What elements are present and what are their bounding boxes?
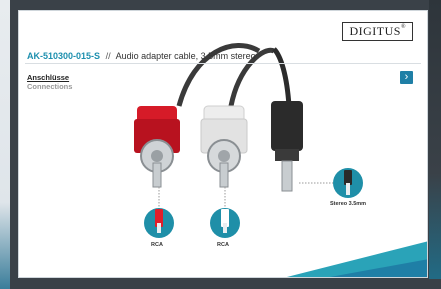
product-sku: AK-510300-015-S: [27, 51, 101, 61]
product-title: AK-510300-015-S // Audio adapter cable, …: [27, 51, 256, 61]
next-slide-button[interactable]: ›: [400, 71, 413, 84]
chevron-right-icon: ›: [404, 71, 409, 83]
bottom-frame-strip: [10, 279, 441, 289]
connector-label-rca-white: RCA: [217, 242, 229, 248]
title-separator: //: [105, 51, 111, 61]
title-divider: [25, 63, 421, 64]
right-frame-strip: [429, 0, 441, 289]
section-label-en: Connections: [27, 82, 73, 91]
product-name: Audio adapter cable, 3.5mm stereo: [115, 51, 256, 61]
brand-logo: DIGITUS®: [342, 22, 413, 41]
product-slide: DIGITUS® AK-510300-015-S // Audio adapte…: [18, 10, 428, 278]
connector-label-stereo: Stereo 3.5mm: [330, 201, 367, 207]
section-heading: Anschlüsse Connections: [27, 73, 72, 91]
left-frame-strip: [0, 0, 10, 289]
section-label-de: Anschlüsse: [27, 73, 70, 82]
connector-label-rca-red: RCA: [151, 242, 163, 248]
